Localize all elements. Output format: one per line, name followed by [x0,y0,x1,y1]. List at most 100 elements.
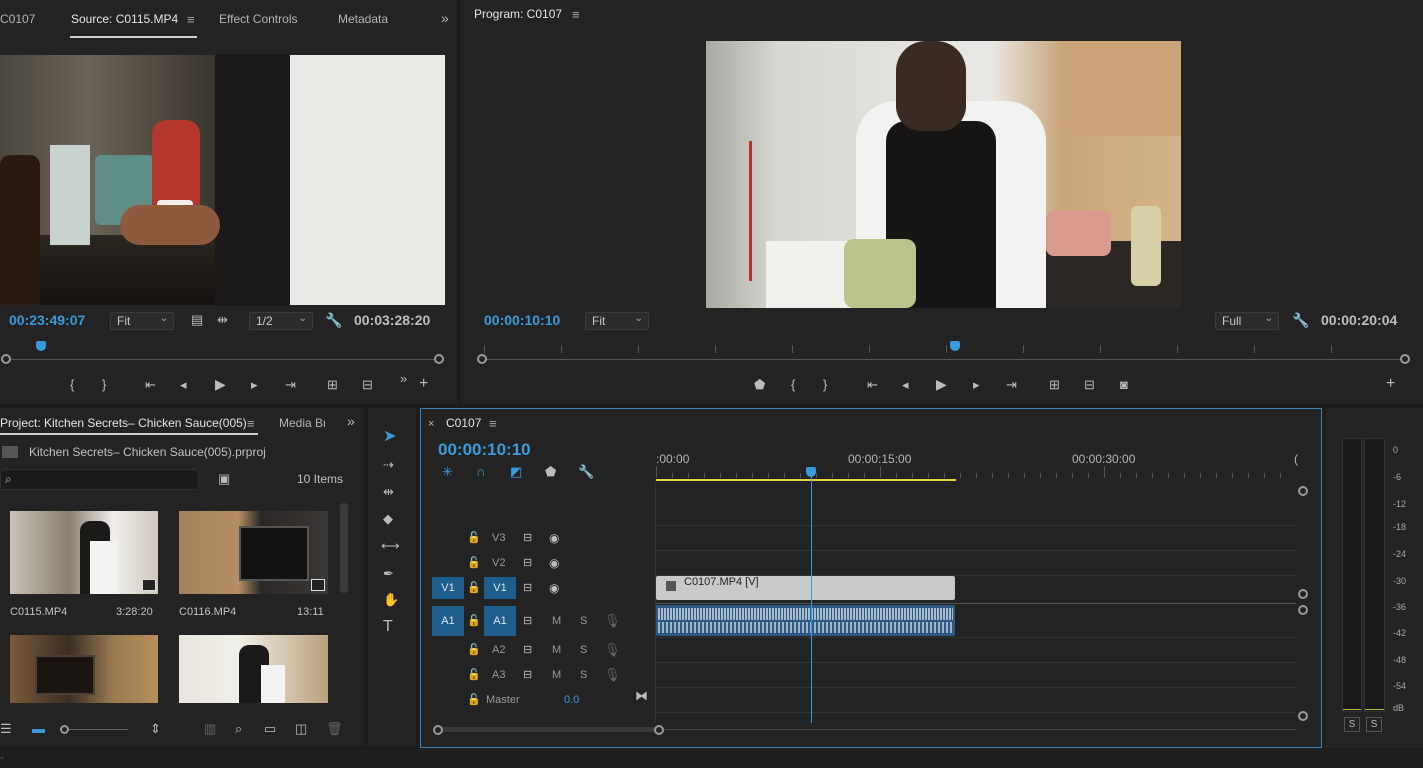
sync-lock-icon[interactable]: ⊟ [523,531,532,545]
tab-project[interactable]: Project: Kitchen Secrets– Chicken Sauce(… [0,416,247,430]
program-fit-dropdown[interactable]: Fit ⌄ [585,312,649,330]
h-scroll-handle-right[interactable] [654,725,664,735]
master-volume-value[interactable]: 0.0 [564,694,579,706]
thumbnail-c0115[interactable] [10,511,158,594]
sync-lock-icon[interactable]: ⊟ [523,643,532,657]
lock-icon[interactable]: 🔓 [467,556,481,570]
program-zoom-handle-left[interactable] [477,354,487,364]
insert-icon[interactable]: ⊞ [327,378,338,392]
extract-icon[interactable]: ⊟ [1084,378,1095,392]
mark-out-icon[interactable]: } [102,378,106,392]
solo-left-button[interactable]: S [1344,717,1360,732]
work-area-bar[interactable] [656,479,956,481]
track-target-v1[interactable]: V1 [484,577,516,599]
snap-icon[interactable]: ∩ [476,465,485,479]
tab-source[interactable]: Source: C0115.MP4 [71,12,178,26]
lock-icon[interactable]: 🔓 [467,668,481,682]
program-quality-dropdown[interactable]: Full ⌄ [1215,312,1279,330]
source-ruler[interactable] [6,359,440,360]
source-playhead-icon[interactable] [36,341,46,351]
add-button-icon[interactable]: + [1386,376,1395,392]
source-patch-a1[interactable]: A1 [432,606,464,636]
lock-icon[interactable]: 🔓 [467,693,481,707]
program-zoom-handle-right[interactable] [1400,354,1410,364]
add-marker-icon[interactable]: ⬟ [754,378,765,392]
go-to-end-icon[interactable]: ⧓ [635,689,648,703]
step-forward-icon[interactable]: ▸ [973,378,980,392]
tab-clip[interactable]: C0107 [0,12,35,26]
more-buttons-icon[interactable]: » [400,372,407,386]
go-to-out-icon[interactable]: ⇥ [1006,378,1017,392]
new-search-bin-icon[interactable]: ▣ [218,472,230,486]
hand-tool-icon[interactable]: ✋ [383,593,399,607]
mute-button[interactable]: M [552,615,561,627]
source-panel-menu-icon[interactable]: ≡ [187,12,195,27]
sync-lock-icon[interactable]: ⊟ [523,556,532,570]
close-icon[interactable]: × [428,417,434,431]
mark-in-icon[interactable]: { [70,378,74,392]
automate-to-sequence-icon[interactable]: ▥ [204,722,216,736]
selection-tool-icon[interactable]: ➤ [383,429,396,445]
nest-toggle-icon[interactable]: ✳ [442,465,453,479]
list-view-icon[interactable]: ☰ [0,722,12,736]
program-timecode[interactable]: 00:00:10:10 [484,312,560,328]
sync-lock-icon[interactable]: ⊟ [523,668,532,682]
sequence-timecode[interactable]: 00:00:10:10 [438,440,531,460]
timeline-playhead-icon[interactable] [806,467,816,477]
wrench-icon[interactable]: 🔧 [325,313,342,327]
mute-button[interactable]: M [552,669,561,681]
track-select-tool-icon[interactable]: ⇢ [383,458,394,472]
program-title[interactable]: Program: C0107 [474,7,562,21]
lock-icon[interactable]: 🔓 [467,614,481,628]
search-input[interactable] [0,469,199,490]
panel-overflow-icon[interactable]: » [441,11,449,25]
sync-lock-icon[interactable]: ⊟ [523,581,532,595]
drag-video-audio-icon[interactable]: ⇹ [217,313,228,327]
go-to-out-icon[interactable]: ⇥ [285,378,296,392]
panel-overflow-icon[interactable]: » [347,414,355,428]
new-item-icon[interactable]: ◫ [295,722,307,736]
lock-icon[interactable]: 🔓 [467,531,481,545]
sequence-menu-icon[interactable]: ≡ [489,416,497,431]
lock-icon[interactable]: 🔓 [467,643,481,657]
step-back-icon[interactable]: ◂ [902,378,909,392]
new-bin-icon[interactable]: ▭ [264,722,276,736]
eye-icon[interactable]: ◉ [549,581,559,595]
horizontal-scrollbar-thumb[interactable] [438,727,659,732]
thumbnail-clip-3[interactable] [10,635,158,703]
mark-in-icon[interactable]: { [791,378,795,392]
zoom-slider-handle[interactable] [60,725,69,734]
sequence-tab[interactable]: C0107 [446,416,481,430]
v-scroll-handle-top[interactable] [1298,486,1308,496]
a-scroll-handle-bottom[interactable] [1298,711,1308,721]
export-frame-icon[interactable]: ◙ [1120,378,1128,392]
video-clip[interactable]: C0107.MP4 [V] [656,576,955,600]
icon-view-icon[interactable]: ▬ [32,722,45,736]
source-timecode[interactable]: 00:23:49:07 [9,312,85,328]
clear-icon[interactable]: 🗑 [326,722,343,736]
go-to-in-icon[interactable]: ⇤ [145,378,156,392]
source-zoom-handle-left[interactable] [1,354,11,364]
step-back-icon[interactable]: ◂ [180,378,187,392]
find-icon[interactable]: ⌕ [235,722,242,736]
project-scrollbar[interactable] [340,503,348,593]
overwrite-icon[interactable]: ⊟ [362,378,373,392]
sort-icon[interactable]: ⇕ [150,722,161,736]
source-patch-v1[interactable]: V1 [432,577,464,599]
pen-tool-icon[interactable]: ✒ [383,567,394,581]
filmstrip-icon[interactable]: ▤ [191,313,203,327]
program-ruler[interactable] [484,359,1406,360]
solo-right-button[interactable]: S [1366,717,1382,732]
thumbnail-clip-4[interactable] [179,635,328,703]
eye-icon[interactable]: ◉ [549,531,559,545]
lock-icon[interactable]: 🔓 [467,581,481,595]
solo-button[interactable]: S [580,669,587,681]
microphone-icon[interactable]: 🎙 [604,614,621,628]
tab-metadata[interactable]: Metadata [338,12,388,26]
microphone-icon[interactable]: 🎙 [604,668,621,682]
go-to-in-icon[interactable]: ⇤ [867,378,878,392]
play-icon[interactable]: ▶ [215,377,226,391]
wrench-icon[interactable]: 🔧 [1292,313,1309,327]
h-scroll-handle-left[interactable] [433,725,443,735]
project-panel-menu-icon[interactable]: ≡ [247,416,255,431]
